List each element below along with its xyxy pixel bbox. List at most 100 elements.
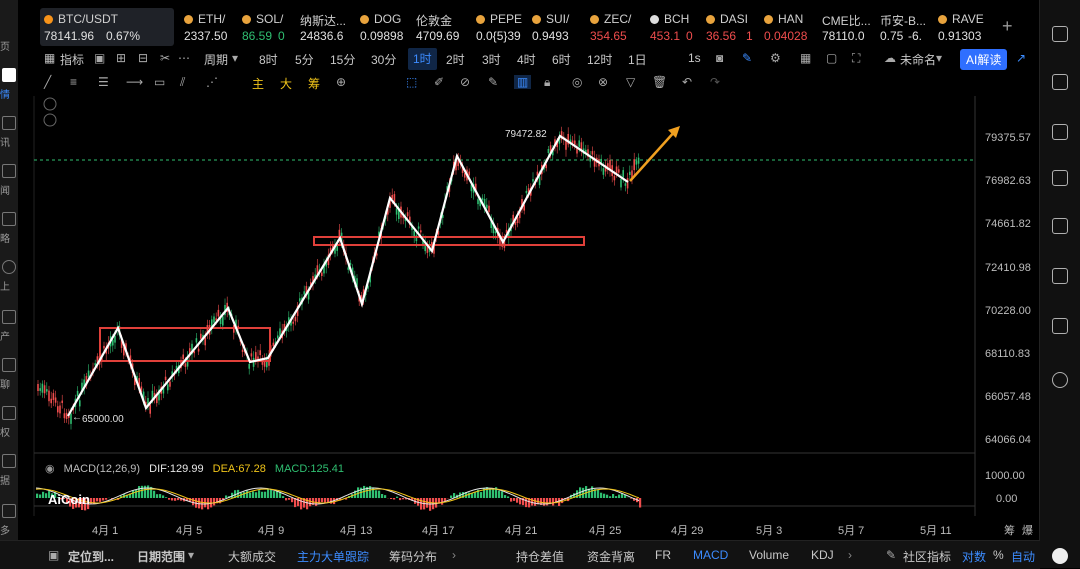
indicator-divergence[interactable]: 资金背离 <box>587 548 635 565</box>
interval-12h[interactable]: 12时 <box>587 51 612 68</box>
orderbook-icon[interactable] <box>1052 124 1068 140</box>
cloud-icon[interactable]: ☁ <box>884 51 896 65</box>
tab-big-trades[interactable]: 大额成交 <box>228 548 276 565</box>
ruler-icon[interactable]: ⊕ <box>336 75 346 89</box>
template-icon[interactable]: ▣ <box>94 51 105 65</box>
ticker-tab-bch[interactable]: BCH 453.1 0 <box>646 8 698 46</box>
ticker-tab-pepe[interactable]: PEPE 0.0{5}39 <box>472 8 524 46</box>
locate-button[interactable]: 定位到... <box>68 548 114 565</box>
ticker-tab-nasdaq[interactable]: 纳斯达... 24836.6 <box>296 8 352 46</box>
ticker-tab-btc[interactable]: BTC/USDT 78141.96 0.67% <box>40 8 174 46</box>
interval-3h[interactable]: 3时 <box>482 51 501 68</box>
community-indicators-button[interactable]: 社区指标 <box>903 548 951 565</box>
ticker-tab-sui[interactable]: SUI/ 0.9493 <box>528 8 582 46</box>
parallel-tool-icon[interactable]: ☰ <box>98 75 109 89</box>
auto-scale-toggle[interactable]: 自动 <box>1011 548 1035 565</box>
list-icon[interactable] <box>1052 26 1068 42</box>
share-icon[interactable]: ↗ <box>1016 51 1026 65</box>
camera-icon[interactable]: ◙ <box>716 51 723 65</box>
etf-icon[interactable] <box>1052 268 1068 284</box>
interval-30m[interactable]: 30分 <box>371 51 396 68</box>
interval-6h[interactable]: 6时 <box>552 51 571 68</box>
ticker-tab-rave[interactable]: RAVE 0.91303 <box>934 8 992 46</box>
hide-icon[interactable]: ◎ <box>572 75 582 89</box>
ticker-tab-han[interactable]: HAN 0.04028 <box>760 8 814 46</box>
ticker-tab-dash[interactable]: DASI 36.56 1 <box>702 8 754 46</box>
eye-icon[interactable]: ◉ <box>45 463 55 475</box>
more-tools-icon[interactable]: ⋯ <box>178 51 190 65</box>
market-icon[interactable] <box>2 68 16 82</box>
ticker-tab-binance[interactable]: 币安-B... 0.75 -6. <box>876 8 930 46</box>
magnet-icon[interactable]: ▥ <box>514 75 531 89</box>
indicator-icon[interactable]: ▦ <box>44 51 55 65</box>
liquidation-toggle[interactable]: 爆 <box>1022 522 1033 538</box>
pattern-tool-icon[interactable]: ⋰ <box>206 75 218 89</box>
chevron-down-icon[interactable]: ▾ <box>232 51 238 65</box>
big-order-button[interactable]: 大 <box>280 75 292 92</box>
log-scale-toggle[interactable]: 对数 <box>962 548 986 565</box>
grid-icon[interactable] <box>1052 218 1068 234</box>
date-range-button[interactable]: 日期范围 <box>137 548 185 565</box>
eraser-icon[interactable]: ✎ <box>488 75 498 89</box>
ray-tool-icon[interactable]: ⟶ <box>126 75 143 89</box>
link-icon[interactable]: ⊗ <box>598 75 608 89</box>
cursor-icon[interactable]: ⬚ <box>406 75 417 89</box>
ticker-tab-doge[interactable]: DOG 0.09898 <box>356 8 410 46</box>
add-ticker-button[interactable]: + <box>1002 16 1013 37</box>
layout-icon[interactable]: ⊟ <box>138 51 148 65</box>
interval-2h[interactable]: 2时 <box>446 51 465 68</box>
locate-icon[interactable]: ▣ <box>48 548 59 562</box>
indicator-kdj[interactable]: KDJ <box>811 548 834 562</box>
ticker-tab-cme[interactable]: CME比... 78110.0 <box>818 8 872 46</box>
interval-1h[interactable]: 1时 <box>408 48 437 70</box>
indicator-volume[interactable]: Volume <box>749 548 789 562</box>
chevron-down-icon[interactable]: ▾ <box>936 51 942 65</box>
line-tool-icon[interactable]: ╱ <box>44 75 51 89</box>
robot-icon[interactable] <box>1052 318 1068 334</box>
hline-tool-icon[interactable]: ≡ <box>70 75 77 89</box>
window-icon[interactable]: ▢ <box>826 51 837 65</box>
swap-icon[interactable] <box>1052 372 1068 388</box>
interval-1d[interactable]: 1日 <box>628 51 647 68</box>
filter-icon[interactable]: ▽ <box>626 75 635 89</box>
brush-icon[interactable]: ✐ <box>434 75 444 89</box>
fullscreen-icon[interactable]: ⛶ <box>852 51 860 66</box>
pen-icon[interactable]: ✎ <box>742 51 752 65</box>
price-chart[interactable]: 79375.57 76982.63 74661.82 72410.98 7022… <box>0 96 1040 516</box>
chevron-right-icon[interactable]: › <box>848 548 852 562</box>
candlestick-chart[interactable] <box>0 96 1040 516</box>
interval-15m[interactable]: 15分 <box>330 51 355 68</box>
undo-icon[interactable]: ↶ <box>682 75 692 89</box>
chevron-down-icon[interactable]: ▾ <box>188 548 194 562</box>
chevron-right-icon[interactable]: › <box>452 548 456 562</box>
percent-scale-toggle[interactable]: % <box>993 548 1004 562</box>
ticker-tab-sol[interactable]: SOL/ 86.59 0 <box>238 8 290 46</box>
period-button[interactable]: 周期 <box>204 51 228 68</box>
interval-8h[interactable]: 8时 <box>259 51 278 68</box>
interval-5m[interactable]: 5分 <box>295 51 314 68</box>
ticker-tab-gold[interactable]: 伦敦金 4709.69 <box>412 8 468 46</box>
zoom-icon[interactable]: ⊘ <box>460 75 470 89</box>
lock-icon[interactable]: 🔒︎ <box>544 75 550 90</box>
ticker-tab-zec[interactable]: ZEC/ 354.65 <box>586 8 640 46</box>
sidebar-item-more[interactable]: 多 <box>0 522 18 537</box>
settings-icon[interactable]: ⚙ <box>770 51 781 65</box>
sidebar-item-home[interactable]: 页 <box>0 38 18 53</box>
ticker-tab-eth[interactable]: ETH/ 2337.50 <box>180 8 228 46</box>
trash-icon[interactable]: 🗑︎ <box>652 75 667 89</box>
tab-chip-distribution[interactable]: 筹码分布 <box>389 548 437 565</box>
main-force-button[interactable]: 主 <box>252 75 264 92</box>
ai-read-button[interactable]: AI解读 <box>960 49 1007 70</box>
document-icon[interactable] <box>1052 74 1068 90</box>
layout-grid-icon[interactable]: ▦ <box>800 51 811 65</box>
edit-icon[interactable]: ✎ <box>886 548 896 562</box>
assistant-avatar[interactable] <box>1052 548 1068 564</box>
chip-button[interactable]: 筹 <box>308 75 320 92</box>
indicator-fr[interactable]: FR <box>655 548 671 562</box>
list-detail-icon[interactable] <box>1052 170 1068 186</box>
redo-icon[interactable]: ↷ <box>710 75 720 89</box>
tools-icon[interactable]: ✂ <box>160 51 170 65</box>
indicator-oi-diff[interactable]: 持仓差值 <box>516 548 564 565</box>
seconds-button[interactable]: 1s <box>688 51 701 65</box>
fib-tool-icon[interactable]: ⫽ <box>180 75 185 90</box>
